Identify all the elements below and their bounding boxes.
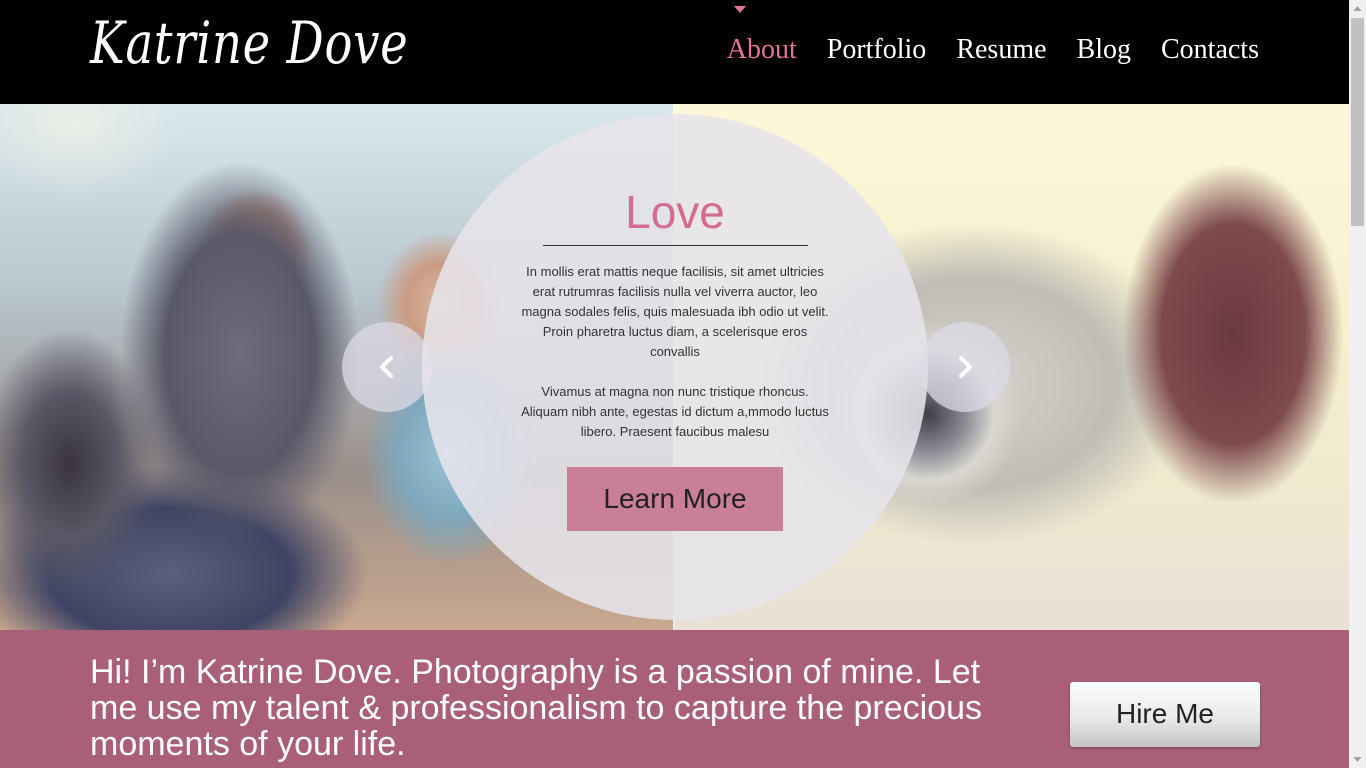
chevron-right-icon	[959, 356, 972, 378]
site-header: Katrine Dove About Portfolio Resume Blog…	[0, 0, 1349, 104]
site-logo[interactable]: Katrine Dove	[90, 14, 409, 72]
scroll-down-arrow-icon[interactable]	[1349, 751, 1366, 768]
slider-next-button[interactable]	[920, 322, 1010, 412]
chevron-left-icon	[380, 356, 393, 378]
intro-band: Hi! I’m Katrine Dove. Photography is a p…	[0, 630, 1349, 768]
intro-text: Hi! I’m Katrine Dove. Photography is a p…	[90, 653, 982, 763]
nav-portfolio[interactable]: Portfolio	[827, 36, 927, 64]
slide-title: Love	[625, 186, 725, 238]
nav-contacts[interactable]: Contacts	[1161, 36, 1259, 64]
hire-me-button[interactable]: Hire Me	[1070, 682, 1260, 747]
nav-resume[interactable]: Resume	[956, 36, 1046, 64]
scrollbar-thumb[interactable]	[1351, 18, 1364, 226]
slider-prev-button[interactable]	[342, 322, 432, 412]
slide-paragraph-2: Vivamus at magna non nunc tristique rhon…	[521, 384, 829, 439]
main-nav: About Portfolio Resume Blog Contacts	[727, 36, 1259, 64]
nav-about[interactable]: About	[727, 36, 797, 64]
slide-paragraph-1: In mollis erat mattis neque facilisis, s…	[521, 264, 829, 359]
active-nav-indicator	[734, 6, 746, 13]
scroll-up-arrow-icon[interactable]	[1349, 0, 1366, 17]
slide-title-divider	[543, 245, 808, 246]
learn-more-button[interactable]: Learn More	[567, 467, 783, 531]
page-scrollbar[interactable]	[1349, 0, 1366, 768]
slide-caption-circle: Love In mollis erat mattis neque facilis…	[422, 114, 928, 620]
nav-blog[interactable]: Blog	[1077, 36, 1131, 64]
hero-slider: Love In mollis erat mattis neque facilis…	[0, 104, 1349, 630]
